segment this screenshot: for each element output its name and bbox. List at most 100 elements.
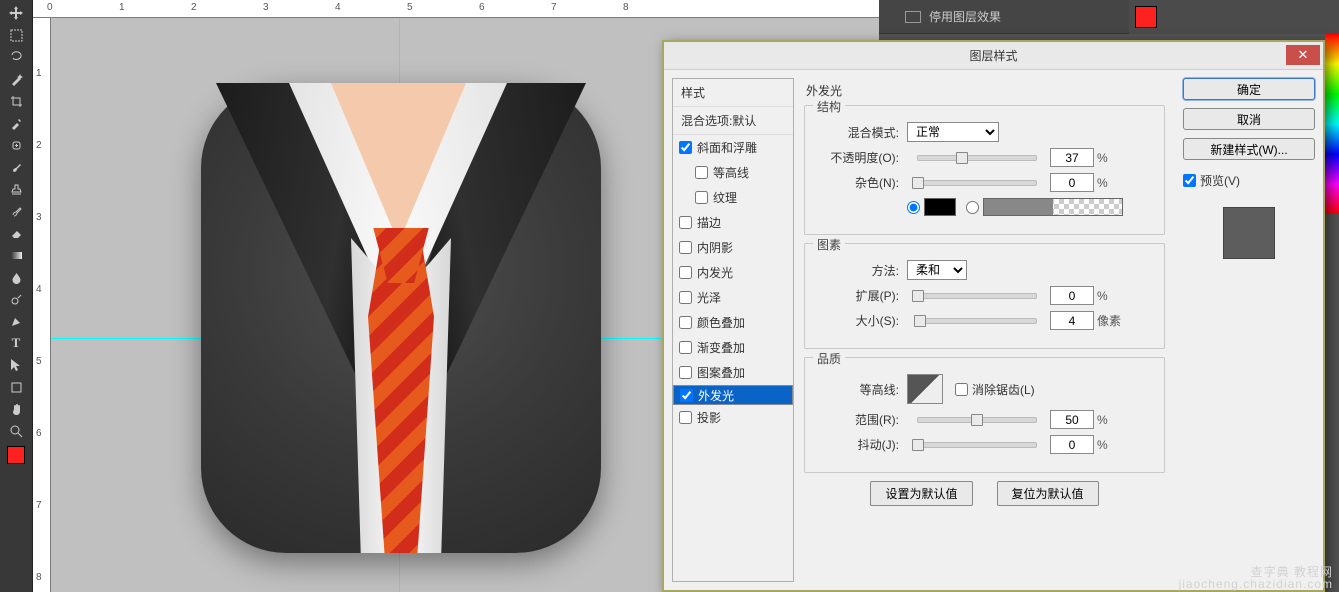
blur-tool[interactable] — [4, 267, 28, 287]
group-quality: 品质 等高线: 消除锯齿(L) 范围(R): % 抖动(J): — [804, 357, 1165, 473]
history-brush-tool[interactable] — [4, 201, 28, 221]
zoom-tool[interactable] — [4, 421, 28, 441]
jitter-slider[interactable] — [917, 442, 1037, 448]
dialog-title: 图层样式 — [969, 47, 1017, 64]
glow-gradient[interactable] — [983, 198, 1123, 216]
eyedropper-tool[interactable] — [4, 113, 28, 133]
healing-tool[interactable] — [4, 135, 28, 155]
dialog-side-buttons: 确定 取消 新建样式(W)... 预览(V) — [1175, 78, 1315, 582]
hue-strip[interactable] — [1325, 34, 1339, 214]
style-item-3[interactable]: 描边 — [673, 210, 793, 235]
preview-checkbox[interactable] — [1183, 174, 1196, 187]
move-tool[interactable] — [4, 3, 28, 23]
app-root: T 012345678 12345678 停用图层效果 — [0, 0, 1339, 592]
hand-tool[interactable] — [4, 399, 28, 419]
range-slider[interactable] — [917, 417, 1037, 423]
marquee-tool[interactable] — [4, 25, 28, 45]
group-structure: 结构 混合模式: 正常 不透明度(O): % 杂色(N): — [804, 105, 1165, 235]
style-item-checkbox[interactable] — [679, 291, 692, 304]
style-item-0[interactable]: 斜面和浮雕 — [673, 135, 793, 160]
stamp-tool[interactable] — [4, 179, 28, 199]
contour-label: 等高线: — [817, 381, 899, 398]
noise-label: 杂色(N): — [817, 174, 899, 191]
style-item-9[interactable]: 图案叠加 — [673, 360, 793, 385]
style-item-checkbox[interactable] — [679, 341, 692, 354]
contour-picker[interactable] — [907, 374, 943, 404]
style-item-7[interactable]: 颜色叠加 — [673, 310, 793, 335]
style-item-checkbox[interactable] — [679, 141, 692, 154]
style-item-6[interactable]: 光泽 — [673, 285, 793, 310]
style-item-label: 图案叠加 — [697, 364, 745, 381]
style-item-label: 纹理 — [713, 189, 737, 206]
lasso-tool[interactable] — [4, 47, 28, 67]
style-item-checkbox[interactable] — [679, 266, 692, 279]
style-item-8[interactable]: 渐变叠加 — [673, 335, 793, 360]
make-default-button[interactable]: 设置为默认值 — [870, 481, 972, 506]
shape-tool[interactable] — [4, 377, 28, 397]
size-input[interactable] — [1050, 311, 1094, 330]
opacity-slider[interactable] — [917, 155, 1037, 161]
style-item-checkbox[interactable] — [695, 166, 708, 179]
style-item-label: 描边 — [697, 214, 721, 231]
watermark: 查字典 教程网jiaocheng.chazidian.com — [1179, 566, 1333, 590]
range-input[interactable] — [1050, 410, 1094, 429]
gradient-tool[interactable] — [4, 245, 28, 265]
size-slider[interactable] — [917, 318, 1037, 324]
style-item-checkbox[interactable] — [680, 389, 693, 402]
glow-color-swatch[interactable] — [924, 198, 956, 216]
new-style-button[interactable]: 新建样式(W)... — [1183, 138, 1315, 160]
pen-tool[interactable] — [4, 311, 28, 331]
style-item-11[interactable]: 投影 — [673, 405, 793, 430]
style-item-checkbox[interactable] — [679, 216, 692, 229]
type-tool[interactable]: T — [4, 333, 28, 353]
dialog-titlebar[interactable]: 图层样式 ✕ — [664, 42, 1323, 70]
color-swatch[interactable] — [1135, 6, 1157, 28]
style-item-checkbox[interactable] — [695, 191, 708, 204]
spread-label: 扩展(P): — [817, 287, 899, 304]
noise-input[interactable] — [1050, 173, 1094, 192]
antialias-label: 消除锯齿(L) — [972, 381, 1035, 398]
color-panel — [1129, 0, 1339, 34]
dodge-tool[interactable] — [4, 289, 28, 309]
styles-header[interactable]: 样式 — [673, 79, 793, 107]
cancel-button[interactable]: 取消 — [1183, 108, 1315, 130]
style-item-5[interactable]: 内发光 — [673, 260, 793, 285]
spread-input[interactable] — [1050, 286, 1094, 305]
close-button[interactable]: ✕ — [1286, 45, 1320, 65]
style-item-label: 投影 — [697, 409, 721, 426]
wand-tool[interactable] — [4, 69, 28, 89]
blend-options-header[interactable]: 混合选项:默认 — [673, 107, 793, 135]
technique-label: 方法: — [817, 262, 899, 279]
style-item-label: 等高线 — [713, 164, 749, 181]
style-item-checkbox[interactable] — [679, 316, 692, 329]
noise-slider[interactable] — [917, 180, 1037, 186]
style-item-label: 斜面和浮雕 — [697, 139, 757, 156]
path-select-tool[interactable] — [4, 355, 28, 375]
spread-slider[interactable] — [917, 293, 1037, 299]
style-item-checkbox[interactable] — [679, 411, 692, 424]
jitter-input[interactable] — [1050, 435, 1094, 454]
color-solid-radio[interactable] — [907, 201, 920, 214]
section-title: 外发光 — [806, 82, 1165, 99]
brush-tool[interactable] — [4, 157, 28, 177]
crop-tool[interactable] — [4, 91, 28, 111]
eraser-tool[interactable] — [4, 223, 28, 243]
jitter-label: 抖动(J): — [817, 436, 899, 453]
ruler-vertical: 12345678 — [33, 18, 51, 592]
artwork-icon — [201, 83, 601, 553]
opacity-input[interactable] — [1050, 148, 1094, 167]
style-item-10[interactable]: 外发光 — [673, 385, 793, 405]
preview-box — [1223, 207, 1275, 259]
style-item-2[interactable]: 纹理 — [673, 185, 793, 210]
style-item-4[interactable]: 内阴影 — [673, 235, 793, 260]
antialias-checkbox[interactable] — [955, 383, 968, 396]
technique-select[interactable]: 柔和 — [907, 260, 967, 280]
style-item-checkbox[interactable] — [679, 366, 692, 379]
style-item-1[interactable]: 等高线 — [673, 160, 793, 185]
blend-mode-select[interactable]: 正常 — [907, 122, 999, 142]
style-item-checkbox[interactable] — [679, 241, 692, 254]
reset-default-button[interactable]: 复位为默认值 — [997, 481, 1099, 506]
foreground-swatch[interactable] — [7, 446, 25, 464]
color-gradient-radio[interactable] — [966, 201, 979, 214]
ok-button[interactable]: 确定 — [1183, 78, 1315, 100]
